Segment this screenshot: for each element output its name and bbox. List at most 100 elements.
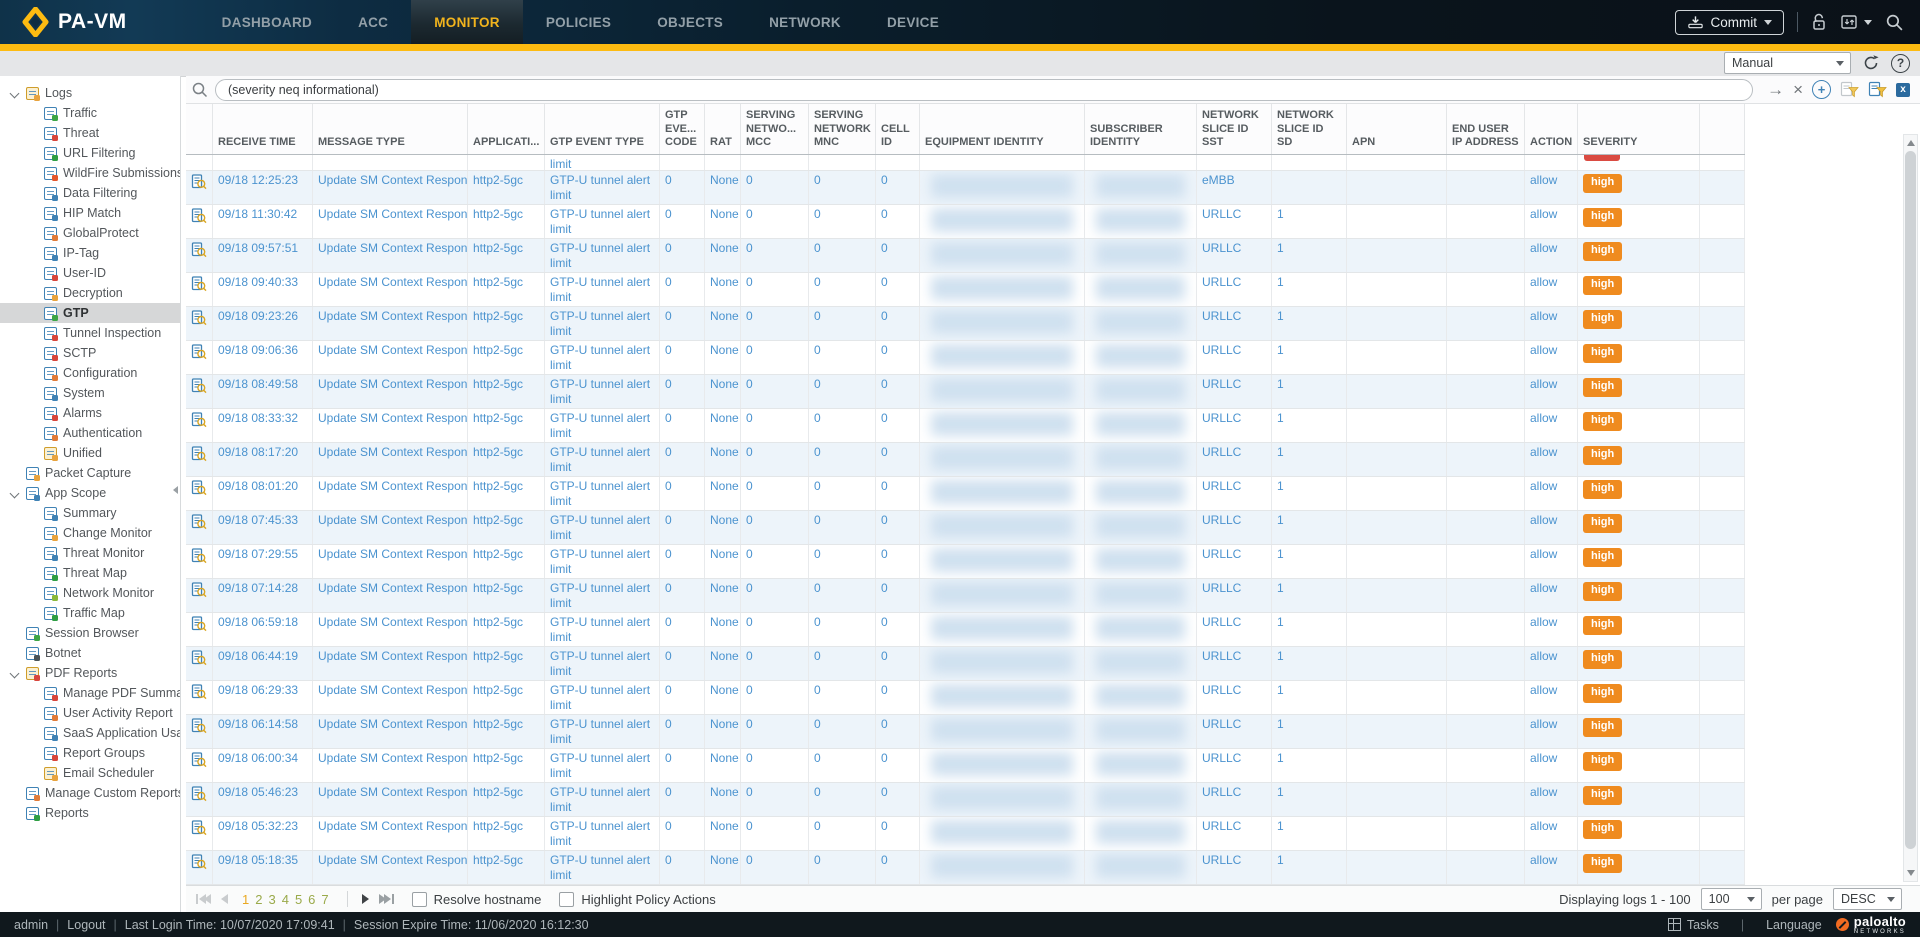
tab-monitor[interactable]: MONITOR (411, 0, 523, 44)
column-header-message_type[interactable]: MESSAGE TYPE (313, 104, 468, 154)
log-detail-icon[interactable] (191, 310, 207, 330)
sort-order-select[interactable]: DESC (1833, 888, 1902, 910)
log-row-partial[interactable]: limit (186, 155, 1745, 171)
tab-objects[interactable]: OBJECTS (634, 0, 746, 44)
sidebar-item-url-filtering[interactable]: URL Filtering (0, 143, 180, 163)
sidebar-item-packet-capture[interactable]: Packet Capture (0, 463, 180, 483)
log-row[interactable]: 09/18 06:59:18Update SM Context Response… (186, 613, 1745, 647)
sidebar-item-botnet[interactable]: Botnet (0, 643, 180, 663)
sidebar-item-manage-pdf-summary[interactable]: Manage PDF Summary (0, 683, 180, 703)
sidebar-item-sctp[interactable]: SCTP (0, 343, 180, 363)
log-row[interactable]: 09/18 07:45:33Update SM Context Response… (186, 511, 1745, 545)
sidebar-item-logs[interactable]: Logs (0, 83, 180, 103)
first-page-button[interactable] (196, 894, 211, 904)
log-detail-icon[interactable] (191, 514, 207, 534)
column-header-receive_time[interactable]: RECEIVE TIME (213, 104, 313, 154)
sidebar-item-manage-custom-reports[interactable]: Manage Custom Reports (0, 783, 180, 803)
column-header-end_user_ip_address[interactable]: END USER IP ADDRESS (1447, 104, 1525, 154)
log-detail-icon[interactable] (191, 208, 207, 228)
page-size-select[interactable]: 100 (1701, 888, 1762, 910)
page-6[interactable]: 6 (308, 892, 315, 907)
log-detail-icon[interactable] (191, 718, 207, 738)
log-detail-icon[interactable] (191, 582, 207, 602)
tab-policies[interactable]: POLICIES (523, 0, 634, 44)
clear-filter-icon[interactable]: × (1793, 81, 1803, 98)
vertical-scrollbar[interactable] (1903, 134, 1918, 882)
column-header-equipment_identity[interactable]: EQUIPMENT IDENTITY (920, 104, 1085, 154)
sidebar-item-decryption[interactable]: Decryption (0, 283, 180, 303)
sidebar-item-user-id[interactable]: User-ID (0, 263, 180, 283)
commit-button[interactable]: Commit (1675, 10, 1785, 35)
tab-device[interactable]: DEVICE (864, 0, 962, 44)
prev-page-button[interactable] (221, 894, 228, 904)
tab-dashboard[interactable]: DASHBOARD (199, 0, 335, 44)
log-row[interactable]: 09/18 08:01:20Update SM Context Response… (186, 477, 1745, 511)
log-detail-icon[interactable] (191, 650, 207, 670)
filter-query-input[interactable] (215, 79, 1753, 101)
sidebar-collapse-handle[interactable] (173, 478, 182, 502)
sidebar-item-reports[interactable]: Reports (0, 803, 180, 823)
sidebar-item-configuration[interactable]: Configuration (0, 363, 180, 383)
scroll-down-icon[interactable] (1904, 866, 1917, 880)
column-header-detail[interactable] (186, 104, 213, 154)
save-filter-icon[interactable] (1840, 81, 1859, 98)
log-row[interactable]: 09/18 06:29:33Update SM Context Response… (186, 681, 1745, 715)
column-header-blank[interactable] (1700, 104, 1745, 154)
log-detail-icon[interactable] (191, 820, 207, 840)
sidebar-item-traffic-map[interactable]: Traffic Map (0, 603, 180, 623)
log-row[interactable]: 09/18 08:33:32Update SM Context Response… (186, 409, 1745, 443)
sidebar-item-wildfire-submissions[interactable]: WildFire Submissions (0, 163, 180, 183)
column-header-network_slice_id_sst[interactable]: NETWORK SLICE ID SST (1197, 104, 1272, 154)
sidebar-item-email-scheduler[interactable]: Email Scheduler (0, 763, 180, 783)
log-row[interactable]: 09/18 07:14:28Update SM Context Response… (186, 579, 1745, 613)
sidebar-item-authentication[interactable]: Authentication (0, 423, 180, 443)
chevron-down-icon[interactable] (10, 668, 20, 678)
next-page-button[interactable] (362, 894, 369, 904)
log-row[interactable]: 09/18 09:23:26Update SM Context Response… (186, 307, 1745, 341)
sidebar-item-unified[interactable]: Unified (0, 443, 180, 463)
sidebar-item-gtp[interactable]: GTP (0, 303, 180, 323)
sidebar-item-saas-application-usage[interactable]: SaaS Application Usage (0, 723, 180, 743)
log-row[interactable]: 09/18 06:14:58Update SM Context Response… (186, 715, 1745, 749)
unlock-icon[interactable] (1811, 12, 1827, 32)
column-header-serving_network_mnc[interactable]: SERVING NETWORK MNC (809, 104, 876, 154)
column-header-network_slice_id_sd[interactable]: NETWORK SLICE ID SD (1272, 104, 1347, 154)
log-row[interactable]: 09/18 05:32:23Update SM Context Response… (186, 817, 1745, 851)
sidebar-item-data-filtering[interactable]: Data Filtering (0, 183, 180, 203)
log-row[interactable]: 09/18 11:30:42Update SM Context Response… (186, 205, 1745, 239)
sidebar-item-threat-monitor[interactable]: Threat Monitor (0, 543, 180, 563)
column-header-rat[interactable]: RAT (705, 104, 741, 154)
log-detail-icon[interactable] (191, 276, 207, 296)
log-row[interactable]: 09/18 05:18:35Update SM Context Response… (186, 851, 1745, 885)
last-page-button[interactable] (379, 894, 394, 904)
column-header-gtp_event_type[interactable]: GTP EVENT TYPE (545, 104, 660, 154)
sidebar-item-system[interactable]: System (0, 383, 180, 403)
scrollbar-thumb[interactable] (1905, 151, 1916, 849)
sidebar-item-threat[interactable]: Threat (0, 123, 180, 143)
refresh-icon[interactable] (1862, 54, 1880, 72)
page-7[interactable]: 7 (321, 892, 328, 907)
export-csv-icon[interactable]: x (1896, 83, 1910, 97)
config-save-load-button[interactable] (1840, 13, 1872, 31)
add-filter-icon[interactable]: + (1812, 80, 1831, 99)
log-detail-icon[interactable] (191, 412, 207, 432)
page-1[interactable]: 1 (242, 892, 249, 907)
page-4[interactable]: 4 (282, 892, 289, 907)
log-detail-icon[interactable] (191, 616, 207, 636)
global-search-icon[interactable] (1885, 13, 1904, 32)
log-detail-icon[interactable] (191, 786, 207, 806)
chevron-down-icon[interactable] (10, 488, 20, 498)
log-row[interactable]: 09/18 09:57:51Update SM Context Response… (186, 239, 1745, 273)
sidebar-item-network-monitor[interactable]: Network Monitor (0, 583, 180, 603)
highlight-policy-checkbox[interactable] (559, 892, 574, 907)
log-detail-icon[interactable] (191, 854, 207, 874)
language-button[interactable]: Language (1766, 918, 1822, 932)
column-header-subscriber_identity[interactable]: SUBSCRIBER IDENTITY (1085, 104, 1197, 154)
tab-acc[interactable]: ACC (335, 0, 411, 44)
log-detail-icon[interactable] (191, 684, 207, 704)
column-header-application[interactable]: APPLICATI... (468, 104, 545, 154)
sidebar-item-globalprotect[interactable]: GlobalProtect (0, 223, 180, 243)
logout-link[interactable]: Logout (67, 918, 105, 932)
log-detail-icon[interactable] (191, 174, 207, 194)
help-icon[interactable]: ? (1891, 54, 1910, 73)
